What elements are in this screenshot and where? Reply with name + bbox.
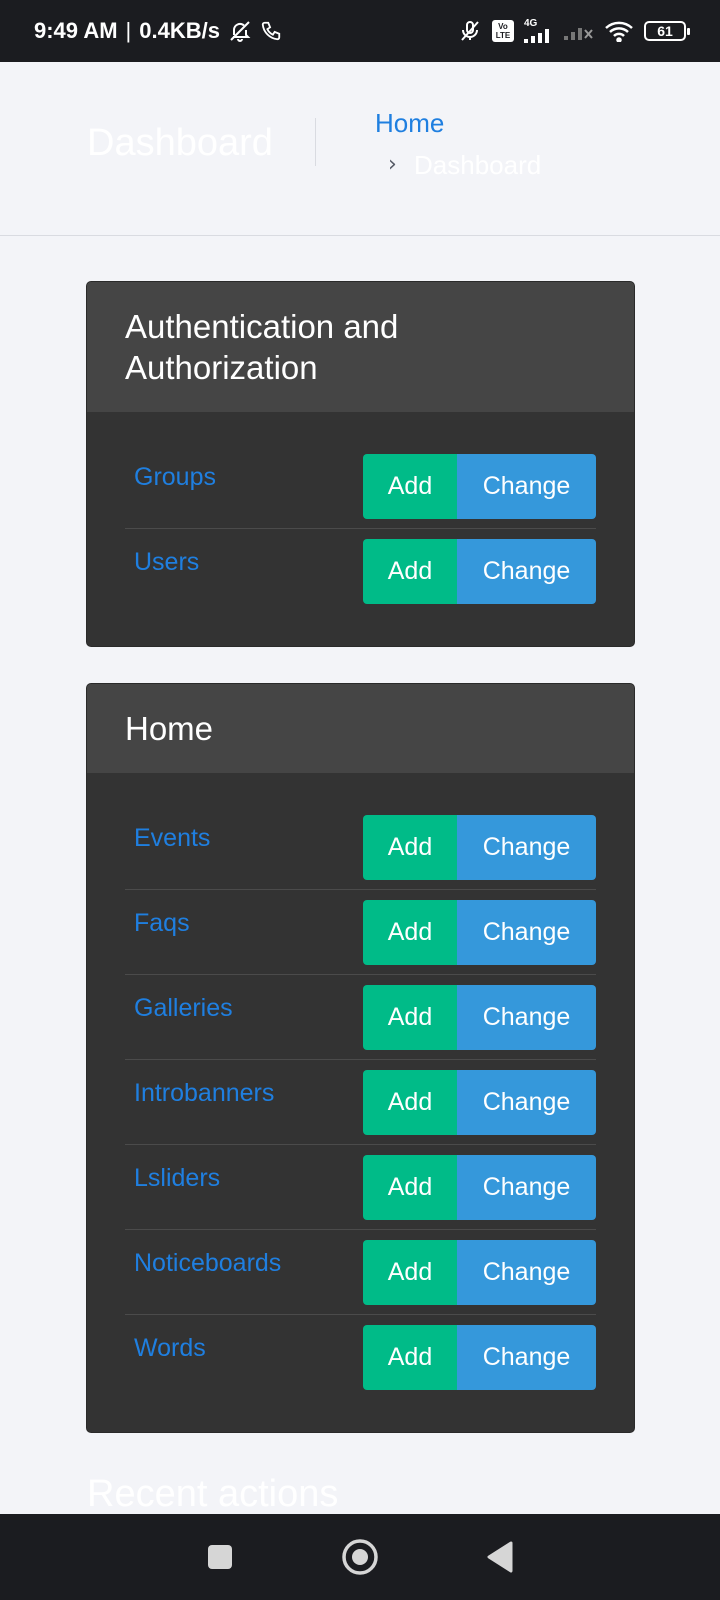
events-actions: Add Change (363, 814, 596, 880)
mic-off-icon (458, 19, 482, 43)
galleries-actions: Add Change (363, 984, 596, 1050)
galleries-change-button[interactable]: Change (457, 984, 596, 1050)
module-home: Home Events Add Change Faqs Add Change G… (86, 683, 635, 1433)
page-title: Dashboard (87, 122, 273, 164)
groups-actions: Add Change (363, 453, 596, 519)
galleries-link[interactable]: Galleries (134, 994, 233, 1023)
model-row-users: Users Add Change (125, 529, 596, 614)
back-triangle-icon[interactable] (470, 1527, 530, 1587)
introbanners-actions: Add Change (363, 1069, 596, 1135)
status-bar: 9:49 AM | 0.4KB/s Vo LTE 4G 61 (0, 0, 720, 62)
home-circle-icon[interactable] (330, 1527, 390, 1587)
model-row-groups: Groups Add Change (125, 444, 596, 529)
recents-square-icon[interactable] (190, 1527, 250, 1587)
lsliders-add-button[interactable]: Add (363, 1154, 457, 1220)
module-home-header: Home (87, 684, 634, 773)
phone-call-icon (260, 20, 282, 42)
status-right: Vo LTE 4G 61 (458, 19, 690, 43)
groups-link[interactable]: Groups (134, 463, 216, 492)
galleries-add-button[interactable]: Add (363, 984, 457, 1050)
faqs-link[interactable]: Faqs (134, 909, 190, 938)
model-row-events: Events Add Change (125, 805, 596, 890)
introbanners-change-button[interactable]: Change (457, 1069, 596, 1135)
model-row-faqs: Faqs Add Change (125, 890, 596, 975)
status-left: 9:49 AM | 0.4KB/s (34, 18, 282, 44)
groups-add-button[interactable]: Add (363, 453, 457, 519)
lsliders-change-button[interactable]: Change (457, 1154, 596, 1220)
module-auth-body: Groups Add Change Users Add Change (87, 412, 634, 646)
model-row-introbanners: Introbanners Add Change (125, 1060, 596, 1145)
events-add-button[interactable]: Add (363, 814, 457, 880)
status-speed: 0.4KB/s (139, 18, 220, 43)
battery-icon: 61 (644, 21, 690, 41)
lsliders-actions: Add Change (363, 1154, 596, 1220)
model-row-words: Words Add Change (125, 1315, 596, 1400)
users-add-button[interactable]: Add (363, 539, 457, 604)
signal-no-service-icon (564, 22, 594, 40)
noticeboards-change-button[interactable]: Change (457, 1239, 596, 1305)
model-row-lsliders: Lsliders Add Change (125, 1145, 596, 1230)
users-link[interactable]: Users (134, 548, 199, 577)
breadcrumb-current: Dashboard (414, 150, 542, 180)
model-row-noticeboards: Noticeboards Add Change (125, 1230, 596, 1315)
words-change-button[interactable]: Change (457, 1325, 596, 1390)
module-home-body: Events Add Change Faqs Add Change Galler… (87, 773, 634, 1432)
signal-strength-icon: 4G (524, 19, 554, 43)
battery-level: 61 (657, 23, 673, 39)
status-time: 9:49 AM (34, 18, 118, 43)
wifi-icon (604, 20, 634, 42)
volte-top-label: Vo (498, 22, 508, 31)
network-type-label: 4G (524, 18, 538, 29)
words-actions: Add Change (363, 1325, 596, 1390)
volte-icon: Vo LTE (492, 20, 514, 42)
noticeboards-add-button[interactable]: Add (363, 1239, 457, 1305)
words-add-button[interactable]: Add (363, 1325, 457, 1390)
events-change-button[interactable]: Change (457, 814, 596, 880)
faqs-actions: Add Change (363, 899, 596, 965)
module-auth-header: Authentication and Authorization (87, 282, 634, 412)
breadcrumb-separator: › (388, 152, 397, 177)
breadcrumb-home-link[interactable]: Home (375, 108, 444, 139)
faqs-change-button[interactable]: Change (457, 899, 596, 965)
lsliders-link[interactable]: Lsliders (134, 1164, 220, 1193)
noticeboards-actions: Add Change (363, 1239, 596, 1305)
noticeboards-link[interactable]: Noticeboards (134, 1249, 281, 1278)
notifications-muted-icon (228, 19, 252, 43)
navigation-bar (0, 1514, 720, 1600)
volte-bottom-label: LTE (495, 31, 511, 40)
recent-actions-title: Recent actions (87, 1473, 339, 1515)
users-change-button[interactable]: Change (457, 539, 596, 604)
groups-change-button[interactable]: Change (457, 453, 596, 519)
model-row-galleries: Galleries Add Change (125, 975, 596, 1060)
faqs-add-button[interactable]: Add (363, 899, 457, 965)
module-auth: Authentication and Authorization Groups … (86, 281, 635, 647)
header-divider (315, 118, 316, 166)
events-link[interactable]: Events (134, 824, 210, 853)
users-actions: Add Change (363, 539, 596, 604)
words-link[interactable]: Words (134, 1334, 206, 1363)
status-separator: | (125, 18, 132, 43)
introbanners-link[interactable]: Introbanners (134, 1079, 274, 1108)
introbanners-add-button[interactable]: Add (363, 1069, 457, 1135)
